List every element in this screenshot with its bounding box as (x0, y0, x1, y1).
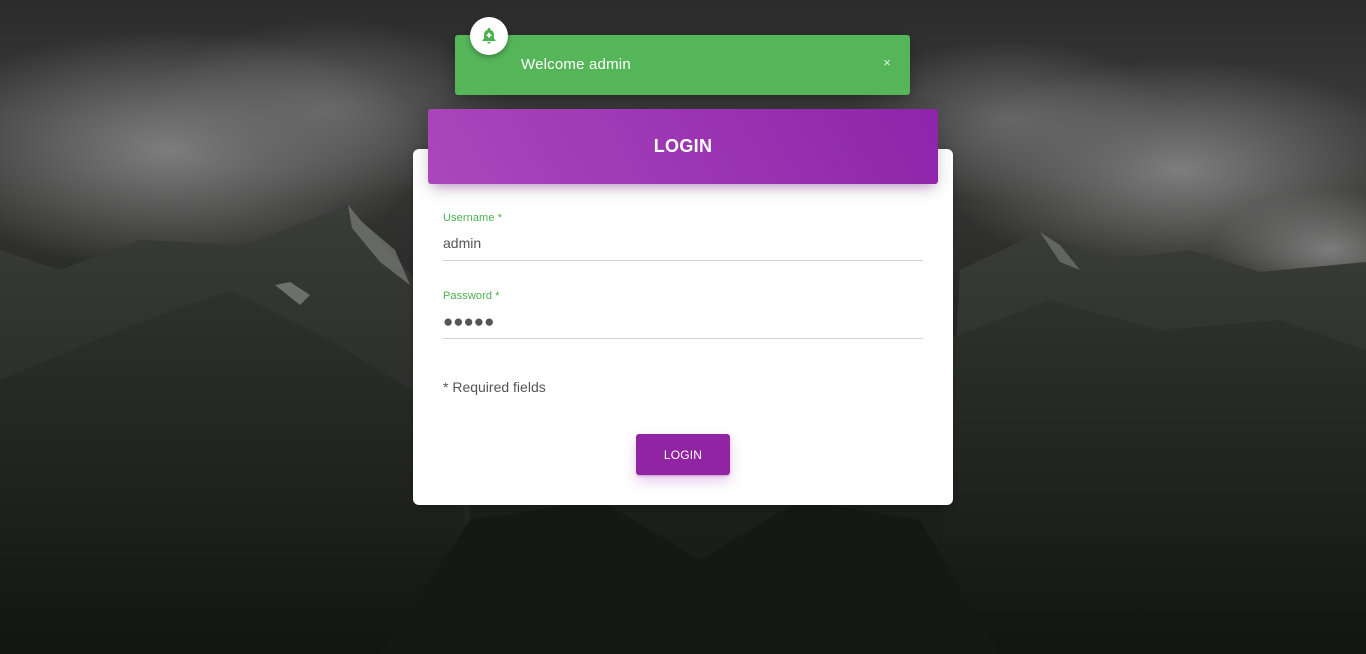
username-label: Username * (443, 212, 503, 224)
username-field-group: Username * (443, 212, 923, 261)
login-card-title: LOGIN (653, 135, 713, 156)
close-icon[interactable]: × (879, 55, 895, 71)
required-fields-note: * Required fields (443, 379, 546, 395)
password-input[interactable]: ●●●●● (443, 312, 923, 339)
welcome-notification: Welcome admin × (455, 17, 910, 95)
login-card-header: LOGIN (428, 109, 938, 184)
username-input[interactable] (443, 235, 923, 261)
password-field-group: Password * ●●●●● (443, 290, 923, 339)
bell-icon (482, 27, 496, 44)
notification-icon-badge (470, 17, 508, 55)
login-button[interactable]: LOGIN (636, 434, 730, 475)
password-label: Password * (443, 290, 500, 302)
notification-message: Welcome admin (521, 56, 631, 73)
